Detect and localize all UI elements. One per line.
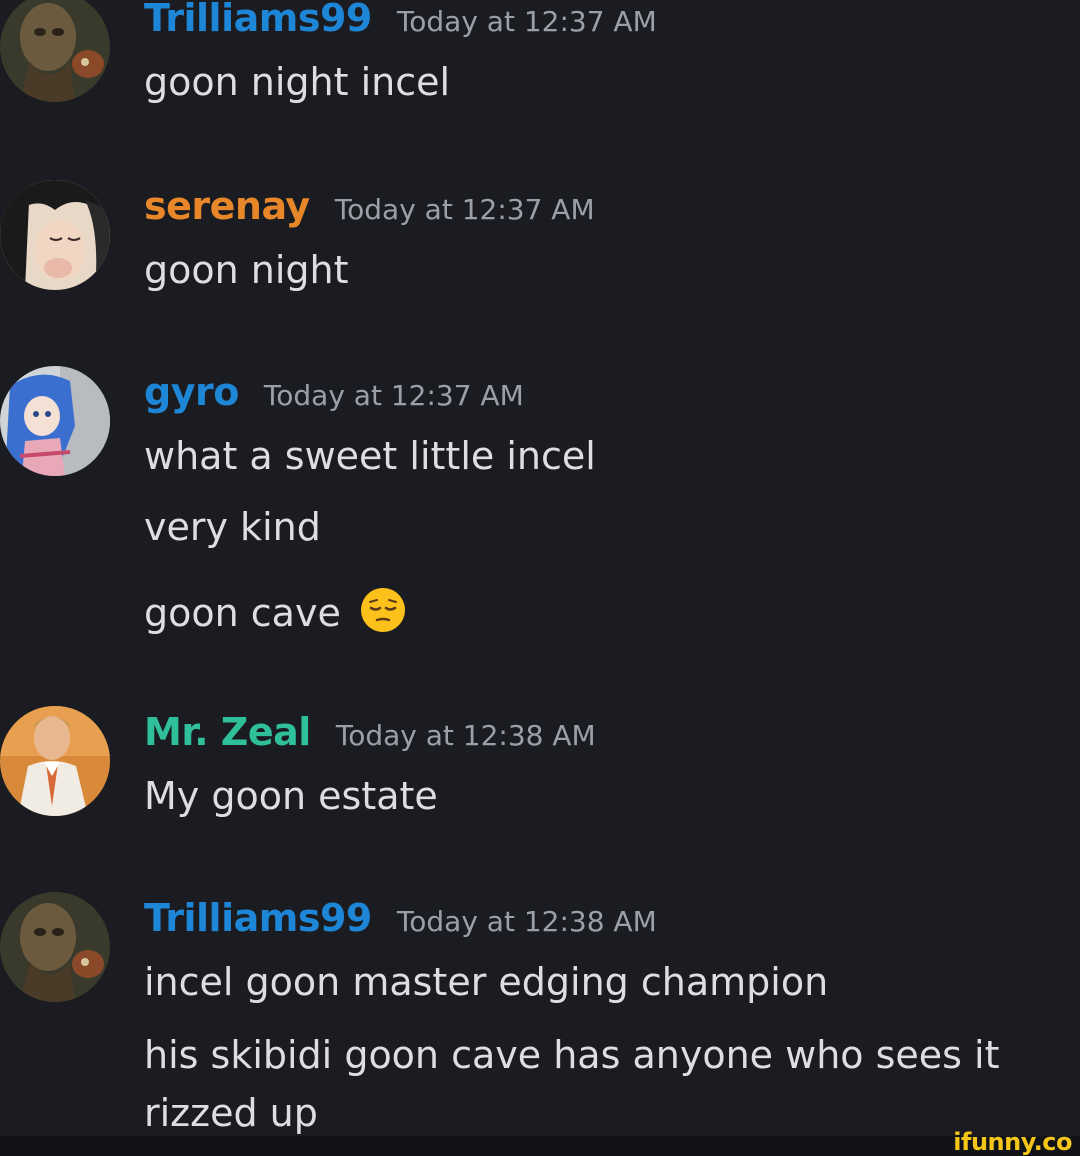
username[interactable]: Trilliams99 (144, 0, 372, 40)
white-suit-man-avatar-icon (0, 706, 110, 816)
message-text: very kind (144, 505, 321, 549)
timestamp: Today at 12:38 AM (396, 905, 657, 938)
timestamp: Today at 12:37 AM (263, 379, 524, 412)
watermark-logo: ifunny.co (953, 1128, 1072, 1156)
avatar[interactable] (0, 0, 110, 102)
pensive-face-emoji-icon (359, 586, 407, 634)
username[interactable]: Trilliams99 (144, 896, 372, 940)
painting-avatar-icon (0, 892, 110, 1002)
avatar[interactable] (0, 892, 110, 1002)
username[interactable]: Mr. Zeal (144, 710, 311, 754)
timestamp: Today at 12:38 AM (335, 719, 596, 752)
painting-avatar-icon (0, 0, 110, 102)
message-text: incel goon master edging champion (144, 960, 829, 1004)
avatar[interactable] (0, 706, 110, 816)
avatar[interactable] (0, 366, 110, 476)
blue-hair-anime-avatar-icon (0, 366, 110, 476)
message-text: goon cave (144, 586, 407, 635)
timestamp: Today at 12:37 AM (334, 193, 595, 226)
message-text: his skibidi goon cave has anyone who see… (144, 1033, 1000, 1135)
message-text: goon night (144, 248, 349, 292)
username[interactable]: gyro (144, 370, 239, 414)
message-text-content: goon cave (144, 591, 341, 635)
message-text: My goon estate (144, 774, 438, 818)
timestamp: Today at 12:37 AM (396, 5, 657, 38)
username[interactable]: serenay (144, 184, 310, 228)
message-text: what a sweet little incel (144, 434, 596, 478)
avatar[interactable] (0, 180, 110, 290)
bottom-bar (0, 1136, 1080, 1156)
message-text: goon night incel (144, 60, 451, 104)
anime-girl-avatar-icon (0, 180, 110, 290)
